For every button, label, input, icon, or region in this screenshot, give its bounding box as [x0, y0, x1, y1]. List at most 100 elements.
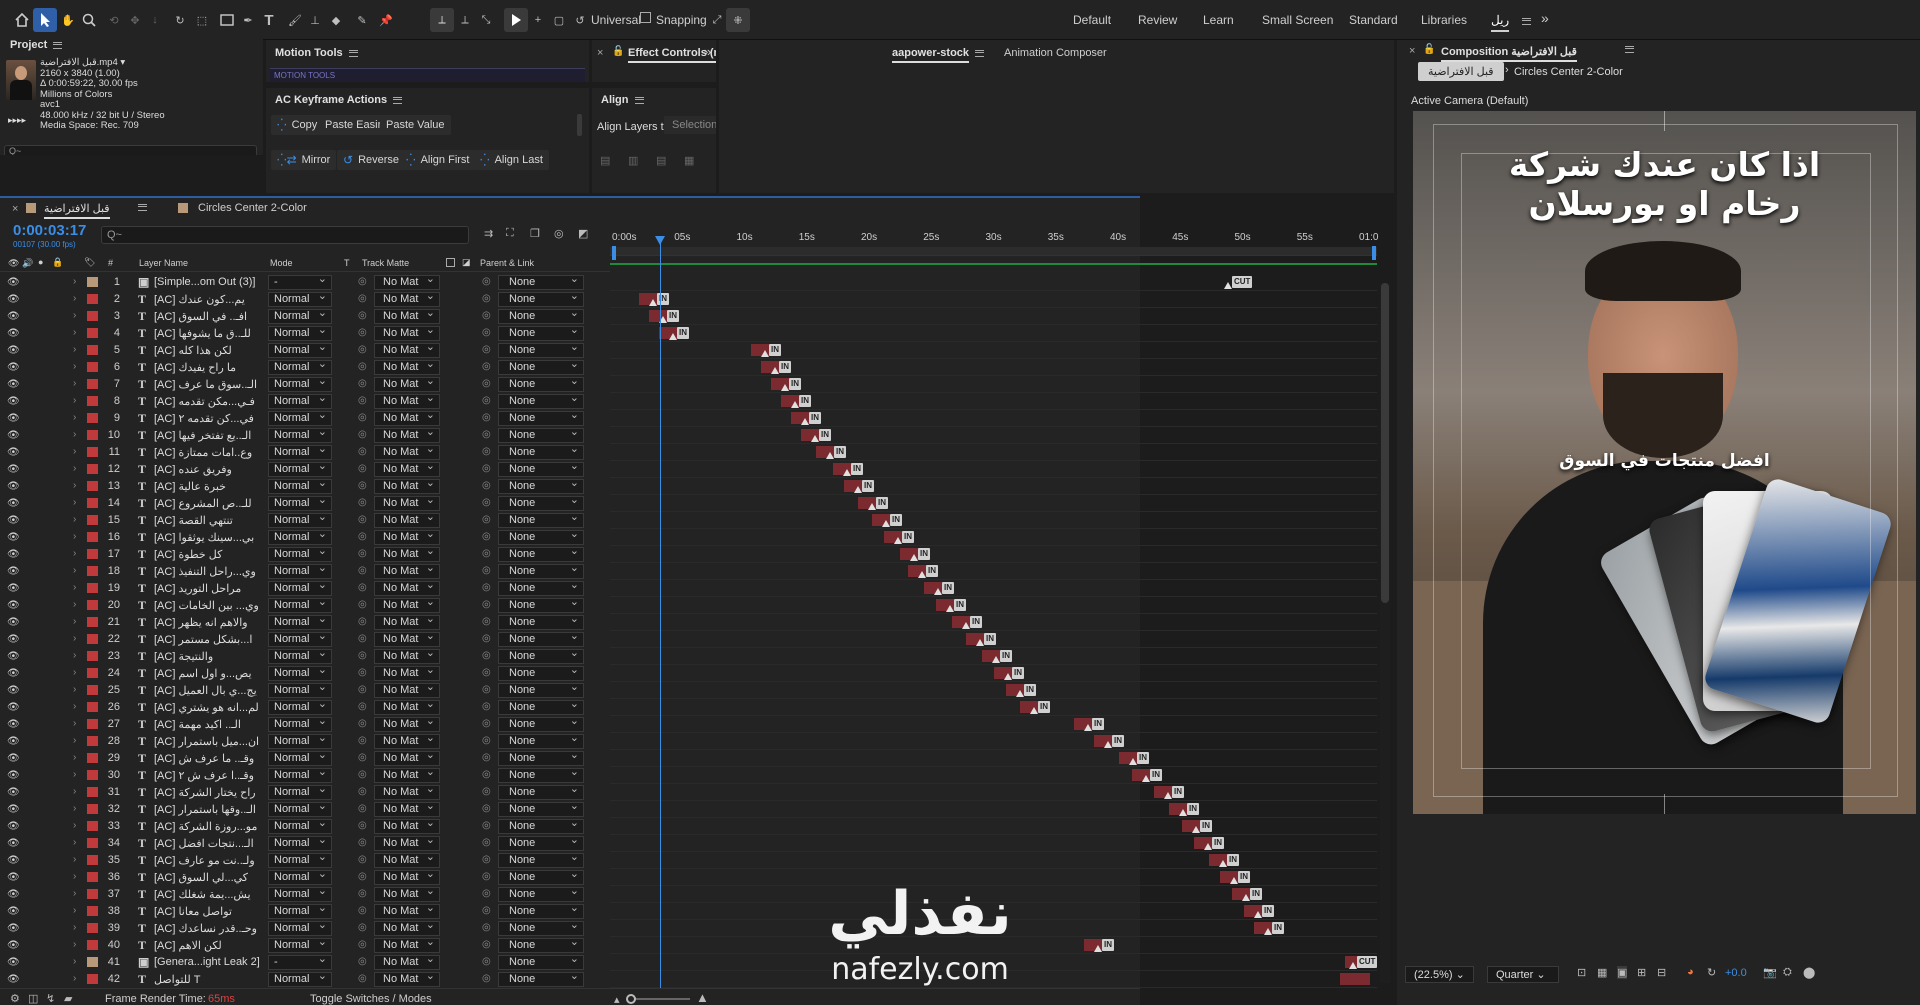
visibility-eye-icon[interactable]: 👁: [7, 736, 20, 747]
footer-graph-icon[interactable]: ◫: [28, 992, 38, 1005]
keyframe-actions-scrollbar[interactable]: [577, 114, 582, 136]
layer-row[interactable]: 👁 › 27 T [AC] الـ.. اكيد مهمة Normal ◎ No Mat ◎ N…: [0, 715, 610, 733]
parent-pickwhip-icon[interactable]: ◎: [482, 548, 491, 559]
matte-pickwhip-icon[interactable]: ◎: [358, 429, 367, 440]
in-marker[interactable]: IN: [1150, 769, 1162, 781]
matte-pickwhip-icon[interactable]: ◎: [358, 361, 367, 372]
work-area-start[interactable]: [612, 246, 616, 260]
layer-name[interactable]: [AC] والاهم انه يظهر: [154, 616, 262, 629]
parent-pickwhip-icon[interactable]: ◎: [482, 395, 491, 406]
track-matte-select[interactable]: No Mat: [374, 936, 440, 953]
layer-name[interactable]: [AC] ما راح يفيدك: [154, 361, 262, 374]
paste-value-button[interactable]: Paste Value: [380, 115, 451, 135]
layer-mode-select[interactable]: Normal: [268, 528, 332, 545]
layer-name[interactable]: [AC] وع..امات ممتازة: [154, 446, 262, 459]
matte-pickwhip-icon[interactable]: ◎: [358, 446, 367, 457]
in-marker[interactable]: IN: [954, 599, 966, 611]
layer-label-color[interactable]: [87, 498, 98, 508]
layer-name[interactable]: [AC] راح يختار الشركة: [154, 786, 262, 799]
track-matte-select[interactable]: No Mat: [374, 630, 440, 647]
parent-select[interactable]: None: [498, 919, 584, 936]
matte-pickwhip-icon[interactable]: ◎: [358, 395, 367, 406]
layer-mode-select[interactable]: Normal: [268, 579, 332, 596]
parent-select[interactable]: None: [498, 868, 584, 885]
tab-animation-composer[interactable]: Animation Composer: [1004, 47, 1107, 59]
exposure-value[interactable]: +0.0: [1725, 967, 1747, 979]
layer-name[interactable]: [AC] ا...بشكل مستمر: [154, 633, 262, 646]
in-marker[interactable]: IN: [1227, 854, 1239, 866]
transparency-grid-icon[interactable]: ▦: [1597, 966, 1607, 979]
reverse-button[interactable]: ↺ Reverse: [337, 150, 406, 170]
keyframe-marker-icon[interactable]: [1004, 673, 1012, 680]
in-marker[interactable]: IN: [1038, 701, 1050, 713]
mirror-button[interactable]: ⁛⇄ Mirror: [271, 150, 337, 170]
layer-name[interactable]: [AC] افـ.. في السوق: [154, 310, 262, 323]
expand-chevron-icon[interactable]: ›: [73, 752, 76, 763]
track-matte-select[interactable]: No Mat: [374, 919, 440, 936]
expand-panels-icon[interactable]: »: [704, 44, 711, 59]
parent-select[interactable]: None: [498, 511, 584, 528]
footer-render-icon[interactable]: ▰: [64, 992, 72, 1005]
workspace-review[interactable]: Review: [1138, 13, 1177, 27]
keyframe-marker-icon[interactable]: [1142, 775, 1150, 782]
layer-row[interactable]: 👁 › 42 T للتواصل T Normal ◎ No Mat ◎ None: [0, 970, 610, 988]
layer-label-color[interactable]: [87, 736, 98, 746]
layer-name[interactable]: [AC] والنتيجة: [154, 650, 262, 663]
keyframe-marker-icon[interactable]: [1230, 877, 1238, 884]
expand-chevron-icon[interactable]: ›: [73, 582, 76, 593]
keyframe-actions-menu-icon[interactable]: [393, 96, 403, 104]
in-marker[interactable]: IN: [1102, 939, 1114, 951]
layer-label-color[interactable]: [87, 311, 98, 321]
layer-name[interactable]: [AC] ولـ..نت مو عارف: [154, 854, 262, 867]
layer-name[interactable]: [AC] لكن هذا كله: [154, 344, 262, 357]
in-marker[interactable]: IN: [789, 378, 801, 390]
parent-pickwhip-icon[interactable]: ◎: [482, 803, 491, 814]
parent-select[interactable]: None: [498, 545, 584, 562]
matte-pickwhip-icon[interactable]: ◎: [358, 599, 367, 610]
layer-name[interactable]: [AC] الـ.. اكيد مهمة: [154, 718, 262, 731]
layer-mode-select[interactable]: Normal: [268, 630, 332, 647]
parent-select[interactable]: None: [498, 443, 584, 460]
keyframe-marker-icon[interactable]: [1030, 707, 1038, 714]
snapshot-icon[interactable]: 📷: [1763, 966, 1777, 979]
header-mode[interactable]: Mode: [270, 258, 293, 268]
layer-row[interactable]: 👁 › 2 T [AC] يم...كون عندك Normal ◎ No Mat ◎ None: [0, 290, 610, 308]
track-matte-select[interactable]: No Mat: [374, 443, 440, 460]
in-marker[interactable]: IN: [677, 327, 689, 339]
keyframe-marker-icon[interactable]: [791, 401, 799, 408]
matte-pickwhip-icon[interactable]: ◎: [358, 922, 367, 933]
visibility-eye-icon[interactable]: 👁: [7, 906, 20, 917]
parent-pickwhip-icon[interactable]: ◎: [482, 820, 491, 831]
track-matte-select[interactable]: No Mat: [374, 596, 440, 613]
layer-name[interactable]: [AC] وفريق عنده: [154, 463, 262, 476]
layer-label-color[interactable]: [87, 957, 98, 967]
align-menu-icon[interactable]: [634, 96, 644, 104]
layer-name[interactable]: [Genera...ight Leak 2]: [154, 956, 262, 968]
matte-pickwhip-icon[interactable]: ◎: [358, 565, 367, 576]
matte-pickwhip-icon[interactable]: ◎: [358, 293, 367, 304]
layer-row[interactable]: 👁 › 24 T [AC] يص...و اول اسم Normal ◎ No Mat ◎ No…: [0, 664, 610, 682]
in-marker[interactable]: IN: [1200, 820, 1212, 832]
workspace-standard[interactable]: Standard: [1349, 13, 1398, 27]
layer-label-color[interactable]: [87, 600, 98, 610]
keyframe-marker-icon[interactable]: [1192, 826, 1200, 833]
expand-chevron-icon[interactable]: ›: [73, 684, 76, 695]
parent-pickwhip-icon[interactable]: ◎: [482, 412, 491, 423]
resolution-select[interactable]: Quarter ⌄: [1487, 966, 1559, 983]
track-matte-select[interactable]: No Mat: [374, 273, 440, 290]
layer-row[interactable]: 👁 › 28 T [AC] ان...ميل باستمرار Normal ◎ No Mat…: [0, 732, 610, 750]
align-left-icon[interactable]: ▤: [600, 154, 610, 167]
parent-select[interactable]: None: [498, 749, 584, 766]
track-matte-select[interactable]: No Mat: [374, 358, 440, 375]
visibility-eye-icon[interactable]: 👁: [7, 923, 20, 934]
layer-name[interactable]: [AC] وحـ..قدر نساعدك: [154, 922, 262, 935]
track-matte-select[interactable]: No Mat: [374, 783, 440, 800]
layer-mode-select[interactable]: -: [268, 953, 332, 970]
keyframe-marker-icon[interactable]: [882, 520, 890, 527]
track-matte-select[interactable]: No Mat: [374, 528, 440, 545]
visibility-eye-icon[interactable]: 👁: [7, 345, 20, 356]
composition-title[interactable]: Composition قبل الافتراضية: [1441, 45, 1577, 62]
header-eye-icon[interactable]: 👁: [8, 258, 19, 269]
track-matte-select[interactable]: No Mat: [374, 375, 440, 392]
visibility-eye-icon[interactable]: 👁: [7, 719, 20, 730]
